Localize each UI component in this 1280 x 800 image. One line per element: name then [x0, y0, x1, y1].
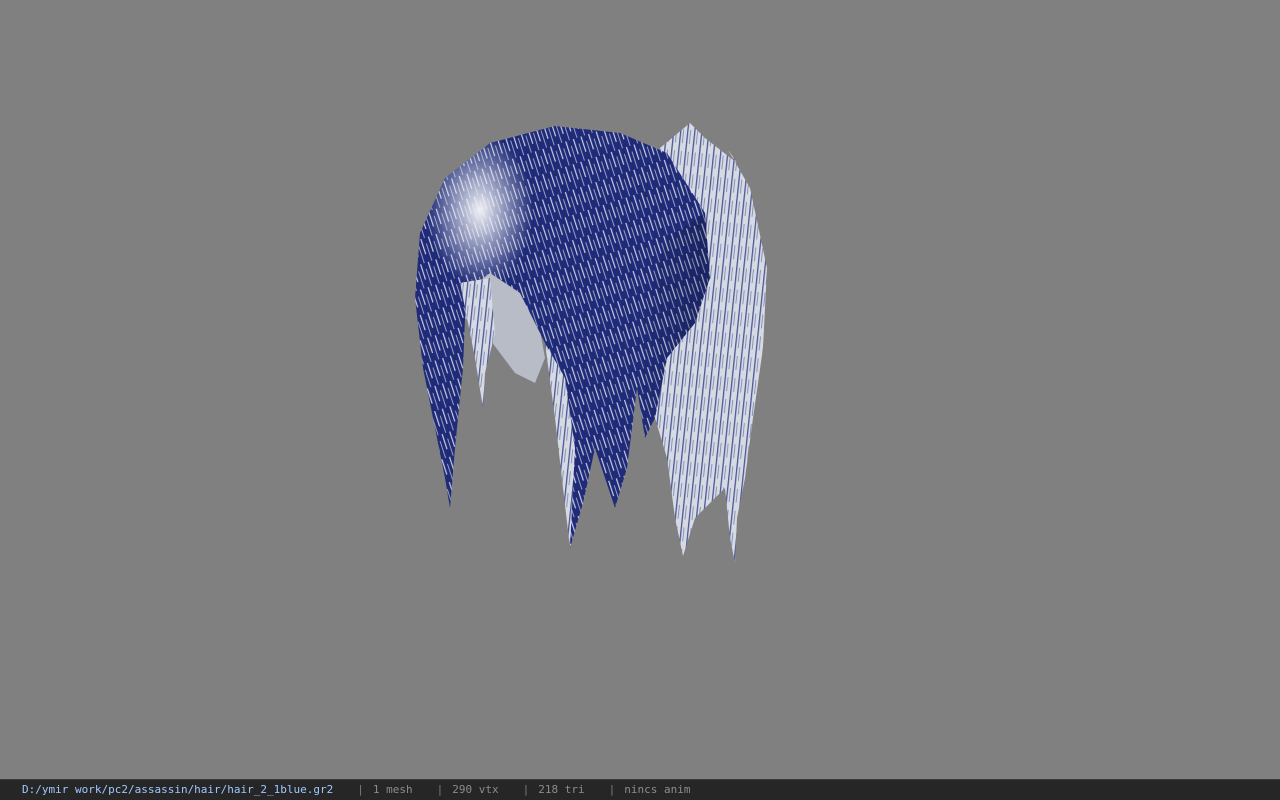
animation-status: nincs anim — [624, 783, 691, 796]
mesh-count: 1 mesh — [372, 783, 413, 796]
vertex-count: 290 vtx — [452, 783, 499, 796]
triangle-count: 218 tri — [538, 783, 585, 796]
status-bar: D:/ymir work/pc2/assassin/hair/hair_2_1b… — [0, 779, 1280, 800]
separator: | — [357, 783, 364, 796]
file-path: D:/ymir work/pc2/assassin/hair/hair_2_1b… — [22, 783, 334, 796]
3d-viewport[interactable] — [0, 0, 1280, 779]
separator: | — [608, 783, 616, 796]
separator: | — [522, 783, 530, 796]
separator: | — [436, 783, 444, 796]
hair-model — [415, 123, 767, 563]
